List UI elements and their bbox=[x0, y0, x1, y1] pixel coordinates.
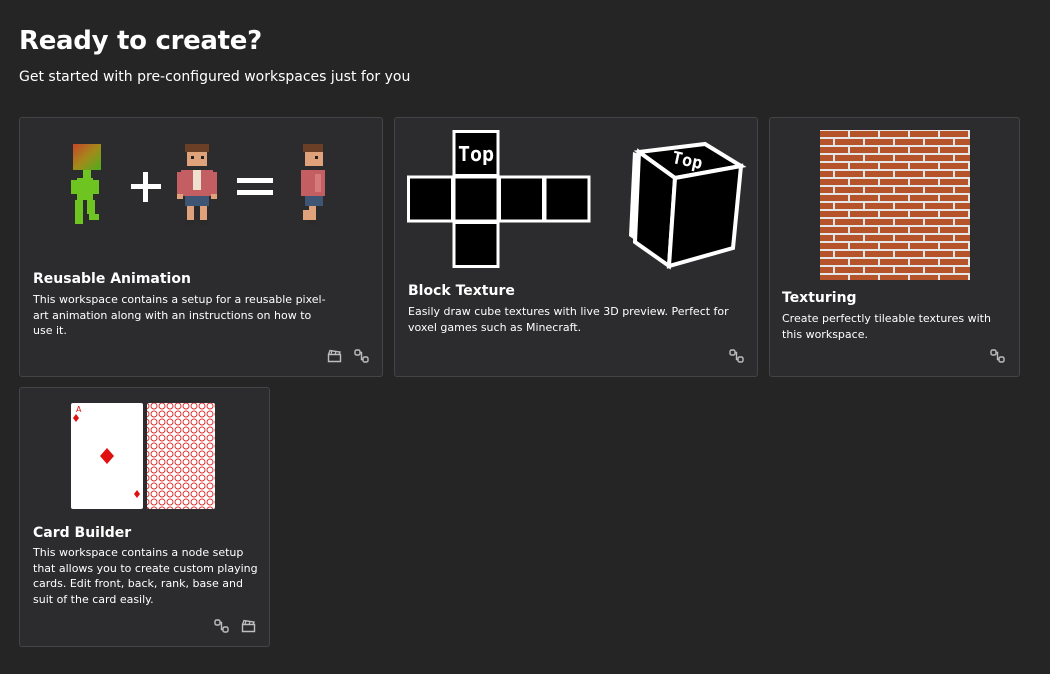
character-sprite bbox=[177, 144, 217, 225]
node-graph-icon[interactable] bbox=[990, 349, 1005, 363]
workspace-card-reusable-animation[interactable]: Reusable Animation This workspace contai… bbox=[19, 117, 383, 377]
card-rank: A bbox=[76, 405, 82, 414]
result-sprite bbox=[301, 144, 325, 225]
brick-texture-preview bbox=[820, 130, 970, 280]
card-title: Texturing bbox=[782, 290, 857, 306]
card-description: Create perfectly tileable textures with … bbox=[782, 312, 991, 341]
workspace-card-texturing[interactable]: Texturing Create perfectly tileable text… bbox=[769, 117, 1020, 377]
workspace-card-block-texture[interactable]: Top Top Block Texture Easily draw cube t… bbox=[394, 117, 758, 377]
workspace-card-card-builder[interactable]: A Card Builder This workspace contains a… bbox=[19, 387, 270, 647]
cube-net bbox=[407, 130, 591, 268]
animation-preview bbox=[71, 144, 325, 225]
block-texture-preview: Top Top bbox=[407, 130, 747, 270]
net-top-label: Top bbox=[458, 142, 494, 166]
page-title: Ready to create? bbox=[19, 26, 262, 56]
node-graph-icon[interactable] bbox=[214, 619, 229, 633]
card-title: Card Builder bbox=[33, 525, 132, 541]
card-description: This workspace contains a setup for a re… bbox=[33, 293, 326, 337]
page-subtitle: Get started with pre-configured workspac… bbox=[19, 69, 411, 85]
node-graph-icon[interactable] bbox=[729, 349, 744, 363]
clapperboard-icon[interactable] bbox=[327, 349, 342, 363]
node-graph-icon[interactable] bbox=[354, 349, 369, 363]
card-description: This workspace contains a node setup tha… bbox=[33, 546, 258, 606]
card-title: Block Texture bbox=[408, 283, 515, 299]
card-description: Easily draw cube textures with live 3D p… bbox=[408, 305, 729, 334]
playing-card-preview: A bbox=[71, 403, 215, 509]
rig-figure bbox=[71, 144, 101, 224]
clapperboard-icon[interactable] bbox=[241, 619, 256, 633]
card-title: Reusable Animation bbox=[33, 271, 191, 287]
